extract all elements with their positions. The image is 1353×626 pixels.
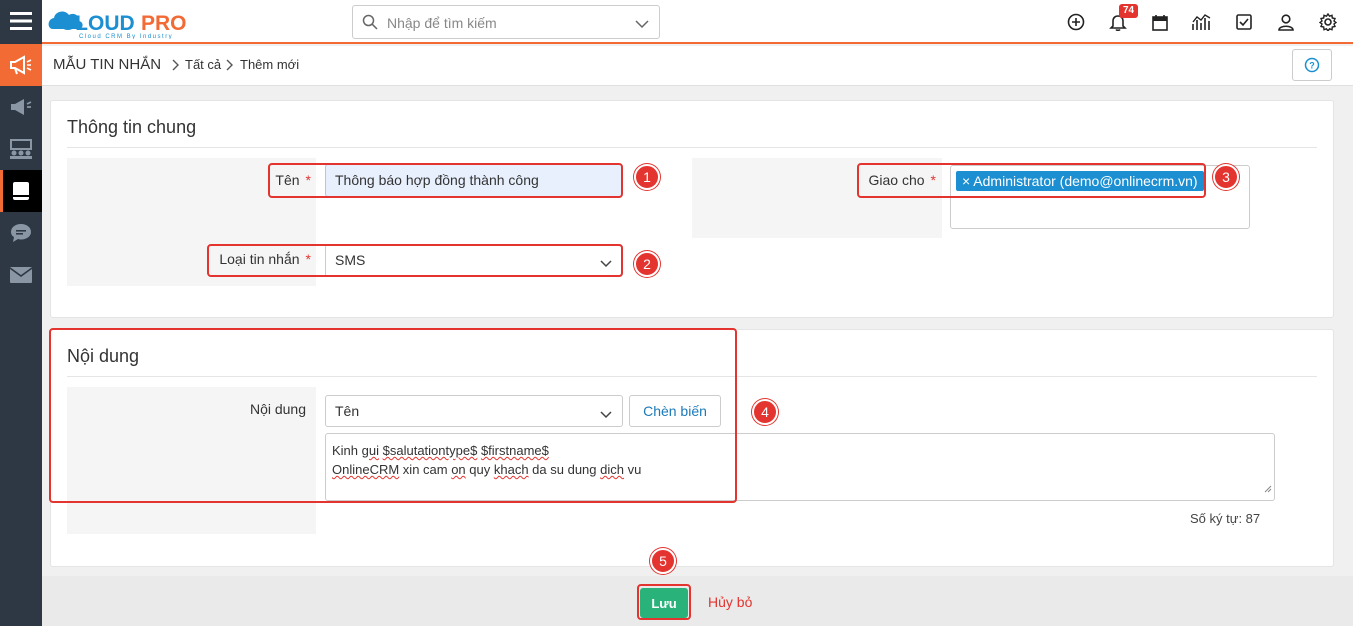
message-type-value: SMS — [335, 252, 366, 268]
chevron-down-icon — [600, 255, 612, 271]
chevron-down-icon[interactable] — [635, 16, 649, 32]
notification-badge: 74 — [1119, 4, 1139, 18]
message-type-select[interactable]: SMS — [325, 244, 623, 277]
search-icon — [362, 14, 378, 33]
megaphone-icon[interactable] — [0, 44, 42, 86]
save-button[interactable]: Lưu — [640, 588, 688, 618]
variable-select-value: Tên — [335, 403, 360, 419]
assign-to-input[interactable]: × Administrator (demo@onlinecrm.vn) — [950, 165, 1250, 229]
svg-text:PRO: PRO — [141, 12, 187, 35]
breadcrumb-add-new: Thêm mới — [240, 57, 300, 72]
insert-variable-button[interactable]: Chèn biến — [629, 395, 721, 427]
chat-icon[interactable] — [0, 212, 42, 254]
message-type-label: Loại tin nhắn * — [219, 251, 311, 267]
svg-text:?: ? — [1309, 61, 1315, 71]
breadcrumb-module[interactable]: MẪU TIN NHẮN — [53, 56, 161, 73]
help-button[interactable]: ? — [1292, 49, 1332, 81]
general-info-panel: Thông tin chung Tên * Thông báo hợp đồng … — [50, 100, 1334, 318]
hamburger-menu-icon[interactable] — [0, 0, 42, 42]
content-panel: Nội dung Nội dung Tên Chèn biến Kinh gui… — [50, 329, 1334, 567]
logo[interactable]: CLOUD PRO Cloud CRM By Industry — [47, 5, 207, 40]
calendar-icon[interactable] — [1150, 12, 1170, 32]
campaign-icon[interactable] — [0, 86, 42, 128]
plus-circle-icon[interactable] — [1066, 12, 1086, 32]
content-label: Nội dung — [249, 401, 306, 417]
message-body-line-2: OnlineCRM xin cam on quy khach da su dun… — [332, 462, 642, 477]
sidebar — [0, 0, 42, 626]
label-column-right — [692, 158, 942, 238]
envelope-icon[interactable] — [0, 254, 42, 296]
variable-select[interactable]: Tên — [325, 395, 623, 427]
step-marker-2: 2 — [634, 251, 660, 277]
cancel-link[interactable]: Hủy bỏ — [708, 594, 752, 610]
resize-handle-icon[interactable] — [1264, 479, 1272, 498]
breadcrumb: MẪU TIN NHẮN Tất cả Thêm mới ? — [42, 46, 1353, 86]
chevron-right-icon — [172, 58, 180, 74]
chart-icon[interactable] — [1192, 12, 1212, 32]
gear-icon[interactable] — [1318, 12, 1338, 32]
document-icon[interactable] — [0, 170, 42, 212]
assignee-tag[interactable]: × Administrator (demo@onlinecrm.vn) — [956, 171, 1204, 191]
panel-title-content: Nội dung — [67, 346, 140, 366]
step-marker-5: 5 — [650, 548, 676, 574]
step-marker-4: 4 — [752, 399, 778, 425]
assign-to-label: Giao cho * — [868, 172, 937, 188]
chevron-right-icon — [226, 58, 234, 74]
character-count: Số ký tự: 87 — [1190, 511, 1261, 526]
svg-text:Cloud CRM By Industry: Cloud CRM By Industry — [79, 34, 173, 39]
message-body-textarea[interactable]: Kinh gui $salutationtype$ $firstname$ On… — [325, 433, 1275, 501]
message-body-line-1: Kinh gui $salutationtype$ $firstname$ — [332, 443, 549, 458]
name-label: Tên * — [275, 172, 311, 188]
search-placeholder: Nhập để tìm kiếm — [387, 15, 497, 31]
chevron-down-icon — [600, 406, 612, 422]
user-icon[interactable] — [1276, 12, 1296, 32]
breadcrumb-all[interactable]: Tất cả — [185, 57, 221, 72]
svg-text:CLOUD: CLOUD — [60, 12, 135, 35]
checkbox-icon[interactable] — [1234, 12, 1254, 32]
users-board-icon[interactable] — [0, 128, 42, 170]
form-footer: Lưu Hủy bỏ — [42, 576, 1353, 626]
search-input[interactable]: Nhập để tìm kiếm — [352, 5, 660, 39]
step-marker-3: 3 — [1213, 164, 1239, 190]
top-bar: CLOUD PRO Cloud CRM By Industry Nhập để … — [42, 0, 1353, 44]
panel-title-general: Thông tin chung — [67, 117, 197, 137]
name-input[interactable]: Thông báo hợp đồng thành công — [325, 164, 623, 197]
help-icon: ? — [1304, 57, 1320, 73]
remove-tag-icon[interactable]: × — [962, 173, 973, 189]
step-marker-1: 1 — [634, 164, 660, 190]
